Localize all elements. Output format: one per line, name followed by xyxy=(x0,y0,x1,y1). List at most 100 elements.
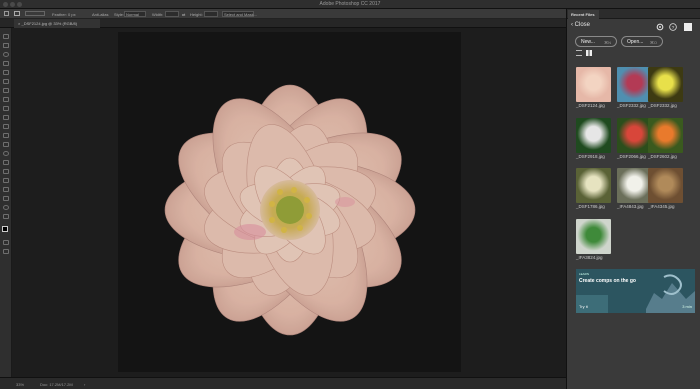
crop-tool-icon[interactable] xyxy=(3,70,9,75)
account-avatar[interactable] xyxy=(684,23,692,31)
tab-recent-files[interactable]: Recent Files xyxy=(568,10,599,19)
gear-icon[interactable] xyxy=(656,23,664,31)
swap-icon[interactable]: ⇄ xyxy=(182,12,185,17)
document-image[interactable] xyxy=(118,32,461,372)
thumbnail-filename: _DSF2918.jpg xyxy=(576,154,605,159)
eyedropper-tool-icon[interactable] xyxy=(3,79,9,84)
new-button-label: New... xyxy=(581,39,595,45)
document-tab[interactable]: × _DSF2124.jpg @ 33% (RGB/8) xyxy=(14,19,100,28)
pen-tool-icon[interactable] xyxy=(3,160,9,165)
open-button-label: Open... xyxy=(627,39,644,45)
width-field[interactable] xyxy=(165,11,179,17)
thumbnail-filename: _DSF2332.jpg xyxy=(617,103,646,108)
thumbnail-filename: _DSF2066.jpg xyxy=(617,154,646,159)
recent-files-panel: Recent Files ‹ Close ? New... ⌘N Open...… xyxy=(566,9,700,389)
thumbnail-image xyxy=(617,67,652,102)
document-tab-label: _DSF2124.jpg @ 33% (RGB/8) xyxy=(21,21,78,26)
move-tool-icon[interactable] xyxy=(3,34,9,39)
recent-file-thumbnail[interactable]: _DSF2332.jpg xyxy=(648,67,683,108)
marquee-tool-icon[interactable] xyxy=(3,43,9,48)
thumbnail-image xyxy=(648,118,683,153)
app-title: Adobe Photoshop CC 2017 xyxy=(319,1,381,7)
clone-stamp-tool-icon[interactable] xyxy=(3,106,9,111)
promo-artwork xyxy=(576,269,695,313)
help-icon[interactable]: ? xyxy=(669,23,677,31)
zoom-level[interactable]: 33% xyxy=(16,382,24,387)
selection-mode-icons[interactable] xyxy=(25,11,45,16)
thumbnail-filename: _DSF2124.jpg xyxy=(576,103,605,108)
style-select-value: Normal xyxy=(126,12,139,17)
select-and-mask-label: Select and Mask... xyxy=(224,12,257,17)
gradient-tool-icon[interactable] xyxy=(3,133,9,138)
option-anti-alias[interactable]: Anti-alias xyxy=(92,12,108,17)
history-brush-tool-icon[interactable] xyxy=(3,115,9,120)
option-height-label: Height: xyxy=(190,12,203,17)
thumbnail-image xyxy=(617,118,652,153)
svg-text:?: ? xyxy=(672,25,675,31)
foreground-color-swatch[interactable] xyxy=(2,226,8,232)
recent-file-thumbnail[interactable]: _DSF2066.jpg xyxy=(617,118,652,159)
zoom-tool-icon[interactable] xyxy=(3,205,9,210)
quick-select-tool-icon[interactable] xyxy=(3,61,9,66)
quick-mask-icon[interactable] xyxy=(3,240,9,245)
document-tabs: × _DSF2124.jpg @ 33% (RGB/8) xyxy=(0,19,566,28)
more-tools-icon[interactable] xyxy=(3,214,9,219)
thumbnail-filename: _IFA3824.jpg xyxy=(576,255,603,260)
recent-file-thumbnail[interactable]: _DSF1786.jpg xyxy=(576,168,611,209)
path-selection-tool-icon[interactable] xyxy=(3,178,9,183)
thumbnail-image xyxy=(576,67,611,102)
lasso-tool-icon[interactable] xyxy=(3,52,9,57)
panel-button-row: New... ⌘N Open... ⌘O xyxy=(567,35,700,49)
height-field[interactable] xyxy=(204,11,218,17)
thumbnail-image xyxy=(576,168,611,203)
thumbnail-image xyxy=(617,168,652,203)
grid-view-icon[interactable] xyxy=(586,50,592,56)
open-button[interactable]: Open... ⌘O xyxy=(621,36,663,47)
recent-file-thumbnail[interactable]: _DSF2602.jpg xyxy=(648,118,683,159)
thumbnail-image xyxy=(648,168,683,203)
new-button-shortcut: ⌘N xyxy=(604,40,611,45)
brush-tool-icon[interactable] xyxy=(3,97,9,102)
canvas-area[interactable] xyxy=(12,28,566,377)
recent-file-thumbnail[interactable]: _DSF2124.jpg xyxy=(576,67,611,108)
marquee-tool-icon[interactable] xyxy=(14,11,20,16)
status-menu-icon[interactable]: › xyxy=(84,382,85,387)
title-bar: Adobe Photoshop CC 2017 xyxy=(0,0,700,9)
recent-file-thumbnail[interactable]: _IFA3824.jpg xyxy=(576,219,611,260)
type-tool-icon[interactable] xyxy=(3,169,9,174)
open-button-shortcut: ⌘O xyxy=(649,40,657,45)
thumbnail-image xyxy=(648,67,683,102)
recent-file-thumbnail[interactable]: _DSF2332.jpg xyxy=(617,67,652,108)
eraser-tool-icon[interactable] xyxy=(3,124,9,129)
recent-file-thumbnail[interactable]: _DSF2918.jpg xyxy=(576,118,611,159)
promo-tag: LEARN xyxy=(579,272,590,276)
recent-file-thumbnail[interactable]: _IFA4345.jpg xyxy=(648,168,683,209)
healing-brush-tool-icon[interactable] xyxy=(3,88,9,93)
screen-mode-icon[interactable] xyxy=(3,249,9,254)
promo-duration: 3 min xyxy=(682,304,692,309)
panel-header: ‹ Close ? xyxy=(567,19,700,35)
doc-info: Doc: 17.2M/17.2M xyxy=(40,382,73,387)
status-bar: 33% Doc: 17.2M/17.2M › xyxy=(0,377,566,389)
list-view-icon[interactable] xyxy=(576,50,582,56)
new-button[interactable]: New... ⌘N xyxy=(575,36,617,47)
thumbnail-filename: _IFA4843.jpg xyxy=(617,204,644,209)
dodge-tool-icon[interactable] xyxy=(3,151,9,156)
home-icon[interactable] xyxy=(4,11,9,16)
thumbnail-filename: _DSF2602.jpg xyxy=(648,154,677,159)
thumbnail-image xyxy=(576,118,611,153)
recent-file-thumbnail[interactable]: _IFA4843.jpg xyxy=(617,168,652,209)
tools-panel xyxy=(0,28,12,377)
blur-tool-icon[interactable] xyxy=(3,142,9,147)
shape-tool-icon[interactable] xyxy=(3,187,9,192)
promo-cta[interactable]: Try it xyxy=(579,304,588,309)
tab-close-icon[interactable]: × xyxy=(18,21,20,26)
option-feather: Feather: 0 px xyxy=(52,12,76,17)
dahlia-photo xyxy=(118,32,461,372)
hand-tool-icon[interactable] xyxy=(3,196,9,201)
close-label: Close xyxy=(574,22,591,28)
thumbnail-image xyxy=(576,219,611,254)
learn-promo-card[interactable]: LEARN Create comps on the go Try it 3 mi… xyxy=(576,269,695,313)
close-button[interactable]: ‹ Close xyxy=(571,22,590,28)
view-toggle-row xyxy=(567,49,700,59)
